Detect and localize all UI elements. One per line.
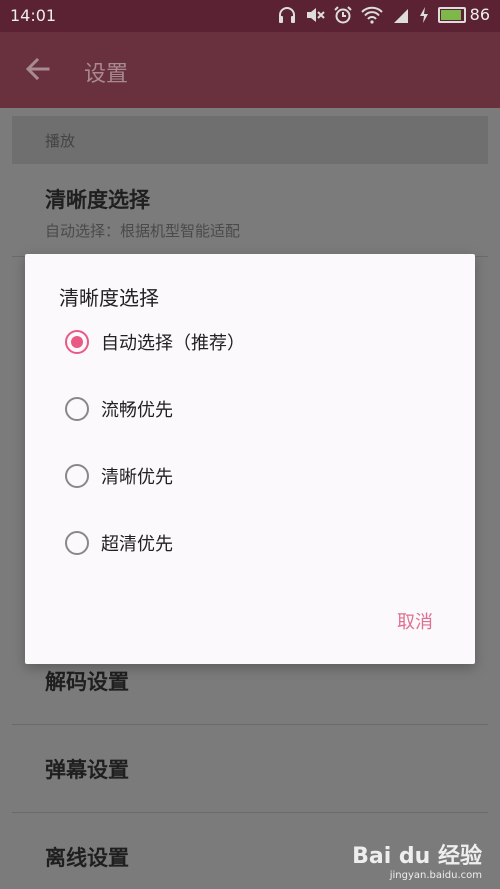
cancel-button[interactable]: 取消 xyxy=(397,608,433,634)
option-label: 自动选择（推荐） xyxy=(101,333,245,354)
status-icons: 86 xyxy=(278,5,490,24)
charging-icon xyxy=(419,6,428,23)
back-arrow-icon[interactable] xyxy=(24,55,52,83)
battery-fill xyxy=(440,9,462,20)
watermark-url: jingyan.baidu.com xyxy=(389,870,482,881)
battery-level: 86 xyxy=(469,5,490,24)
option-hd[interactable]: 超清优先 xyxy=(65,521,173,565)
battery-icon xyxy=(437,6,466,23)
option-label: 超清优先 xyxy=(101,534,173,555)
option-label: 流畅优先 xyxy=(101,400,173,421)
watermark-brand: Bai du 经验 xyxy=(352,844,482,869)
section-header-playback: 播放 xyxy=(12,116,488,164)
headphones-icon xyxy=(278,6,295,23)
battery-indicator: 86 xyxy=(437,5,490,24)
alarm-icon xyxy=(333,5,352,23)
radio-button[interactable] xyxy=(65,330,89,354)
setting-item-resolution[interactable]: 清晰度选择 自动选择：根据机型智能适配 xyxy=(12,164,488,257)
baidu-jingyan-watermark: Bai du 经验 jingyan.baidu.com xyxy=(352,838,482,881)
app-bar: 设置 xyxy=(0,32,500,108)
option-auto[interactable]: 自动选择（推荐） xyxy=(65,320,245,364)
option-clear[interactable]: 清晰优先 xyxy=(65,454,173,498)
wifi-icon xyxy=(360,6,383,24)
radio-button[interactable] xyxy=(65,464,89,488)
setting-item-label: 弹幕设置 xyxy=(45,758,129,782)
setting-item-label: 清晰度选择 xyxy=(45,188,150,212)
option-smooth[interactable]: 流畅优先 xyxy=(65,387,173,431)
setting-item-label: 解码设置 xyxy=(45,670,129,694)
setting-item-danmaku[interactable]: 弹幕设置 xyxy=(12,724,488,813)
signal-4g-icon xyxy=(393,8,408,23)
radio-button[interactable] xyxy=(65,531,89,555)
dialog-title: 清晰度选择 xyxy=(59,286,159,310)
setting-item-sub: 自动选择：根据机型智能适配 xyxy=(45,222,241,240)
status-bar: 14:01 86 xyxy=(0,0,500,32)
page-title: 设置 xyxy=(84,62,129,87)
status-time: 14:01 xyxy=(10,6,57,25)
section-header-label: 播放 xyxy=(45,132,76,150)
radio-button[interactable] xyxy=(65,397,89,421)
setting-item-label: 离线设置 xyxy=(45,846,129,870)
mute-icon xyxy=(306,7,325,22)
resolution-dialog: 清晰度选择 自动选择（推荐） 流畅优先 清晰优先 超清优先 取消 xyxy=(25,254,475,664)
option-label: 清晰优先 xyxy=(101,467,173,488)
